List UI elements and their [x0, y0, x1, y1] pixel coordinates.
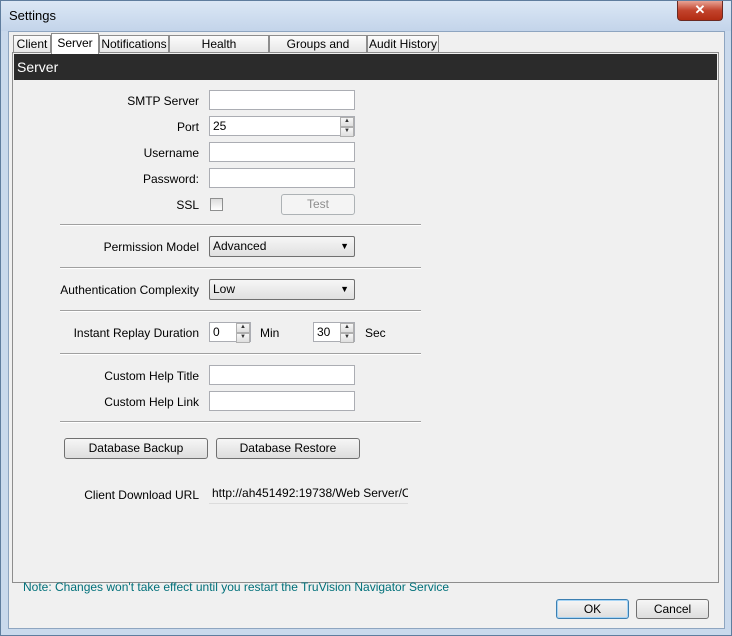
minutes-unit-label: Min [260, 326, 280, 340]
ssl-label: SSL [176, 198, 199, 212]
client-download-url-label: Client Download URL [84, 488, 199, 502]
client-area: Client Server Notifications Health Diagn… [8, 31, 725, 629]
authentication-complexity-select[interactable]: Low ▼ [209, 279, 355, 300]
username-input[interactable] [209, 142, 355, 162]
server-panel: Server SMTP Server Port 25 ▲ ▼ Username P… [12, 52, 719, 583]
seconds-unit-label: Sec [365, 326, 386, 340]
username-label: Username [143, 146, 199, 160]
divider [60, 224, 421, 226]
password-input[interactable] [209, 168, 355, 188]
custom-help-link-label: Custom Help Link [104, 395, 199, 409]
permission-model-label: Permission Model [103, 240, 199, 254]
spin-down-icon[interactable]: ▼ [340, 333, 354, 343]
tab-audit-history[interactable]: Audit History [367, 35, 439, 53]
section-header: Server [14, 54, 717, 80]
custom-help-link-input[interactable] [209, 391, 355, 411]
authentication-complexity-label: Authentication Complexity [60, 283, 199, 297]
database-backup-button[interactable]: Database Backup [64, 438, 208, 459]
divider [60, 310, 421, 312]
instant-replay-label: Instant Replay Duration [73, 326, 199, 340]
spin-up-icon[interactable]: ▲ [340, 323, 354, 333]
replay-minutes-stepper[interactable]: 0 ▲ ▼ [209, 322, 251, 343]
database-restore-button[interactable]: Database Restore [216, 438, 360, 459]
client-download-url-field[interactable]: http://ah451492:19738/Web Server/Clie [209, 484, 408, 504]
tab-server[interactable]: Server [51, 33, 99, 54]
divider [60, 267, 421, 269]
custom-help-title-label: Custom Help Title [104, 369, 199, 383]
ssl-checkbox[interactable] [210, 198, 223, 211]
window-title: Settings [9, 8, 56, 23]
restart-note: Note: Changes won't take effect until yo… [23, 580, 450, 594]
port-label: Port [176, 120, 199, 134]
permission-model-value[interactable]: Advanced [213, 239, 266, 253]
tab-notifications[interactable]: Notifications [99, 35, 169, 53]
divider [60, 353, 421, 355]
tab-health-diagnostics[interactable]: Health Diagnostics [169, 35, 269, 67]
replay-seconds-value[interactable]: 30 [317, 324, 330, 340]
settings-window: Settings ✕ Client Server Notifications H… [0, 0, 732, 636]
authentication-complexity-value[interactable]: Low [213, 282, 235, 296]
test-button[interactable]: Test [281, 194, 355, 215]
spin-up-icon[interactable]: ▲ [340, 117, 354, 127]
permission-model-select[interactable]: Advanced ▼ [209, 236, 355, 257]
close-icon[interactable]: ✕ [695, 2, 706, 17]
port-stepper[interactable]: 25 ▲ ▼ [209, 116, 355, 137]
ok-button[interactable]: OK [556, 599, 629, 619]
title-bar[interactable]: Settings ✕ [1, 1, 731, 31]
chevron-down-icon[interactable]: ▼ [340, 237, 349, 256]
spin-up-icon[interactable]: ▲ [236, 323, 250, 333]
smtp-server-input[interactable] [209, 90, 355, 110]
spin-down-icon[interactable]: ▼ [236, 333, 250, 343]
close-button[interactable]: ✕ [677, 1, 723, 21]
port-value[interactable]: 25 [213, 118, 226, 134]
tab-groups-and-users[interactable]: Groups and Users [269, 35, 367, 67]
spin-down-icon[interactable]: ▼ [340, 127, 354, 137]
replay-minutes-value[interactable]: 0 [213, 324, 220, 340]
password-label: Password: [142, 172, 199, 186]
chevron-down-icon[interactable]: ▼ [340, 280, 349, 299]
replay-seconds-stepper[interactable]: 30 ▲ ▼ [313, 322, 355, 343]
cancel-button[interactable]: Cancel [636, 599, 709, 619]
smtp-server-label: SMTP Server [127, 94, 199, 108]
tab-client[interactable]: Client [13, 35, 51, 53]
divider [60, 421, 421, 423]
custom-help-title-input[interactable] [209, 365, 355, 385]
